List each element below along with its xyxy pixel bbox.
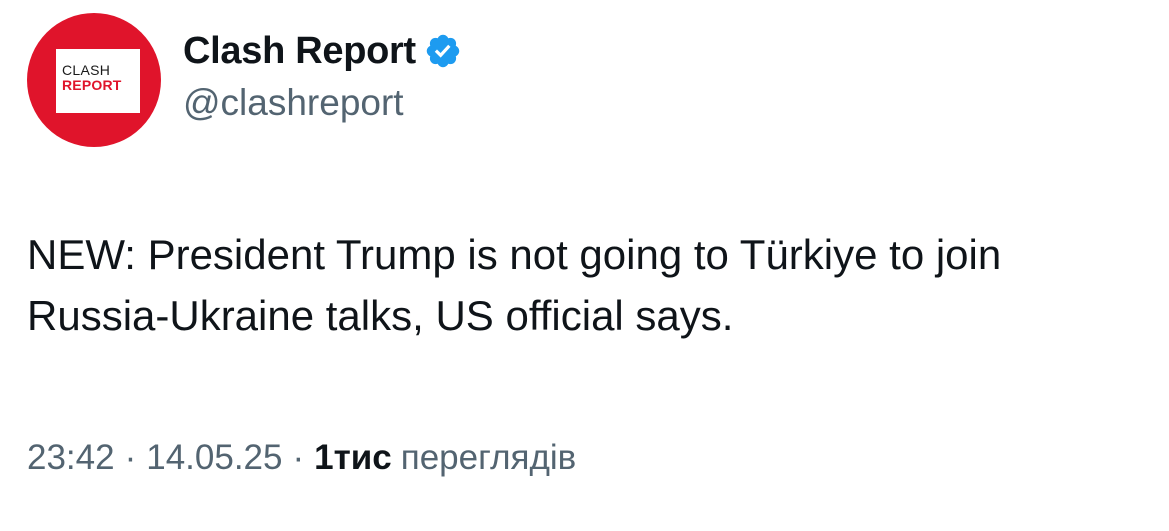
tweet-date[interactable]: 14.05.25: [146, 438, 282, 477]
tweet-time[interactable]: 23:42: [27, 438, 115, 477]
avatar-logo-line2: REPORT: [62, 77, 122, 93]
meta-separator: ·: [292, 438, 305, 477]
author-name-row: Clash Report: [183, 28, 462, 74]
avatar[interactable]: CLASH REPORT: [27, 13, 161, 147]
tweet-meta: 23:42 · 14.05.25 · 1тис переглядів: [27, 438, 576, 478]
views-label: переглядів: [400, 438, 577, 477]
meta-separator: ·: [124, 438, 137, 477]
verified-badge-icon: [426, 34, 460, 68]
author-handle[interactable]: @clashreport: [183, 82, 404, 124]
views-count[interactable]: 1тис: [314, 438, 392, 477]
display-name[interactable]: Clash Report: [183, 30, 416, 73]
avatar-logo-line1: CLASH: [62, 62, 111, 78]
tweet-text: NEW: President Trump is not going to Tür…: [27, 231, 1002, 339]
